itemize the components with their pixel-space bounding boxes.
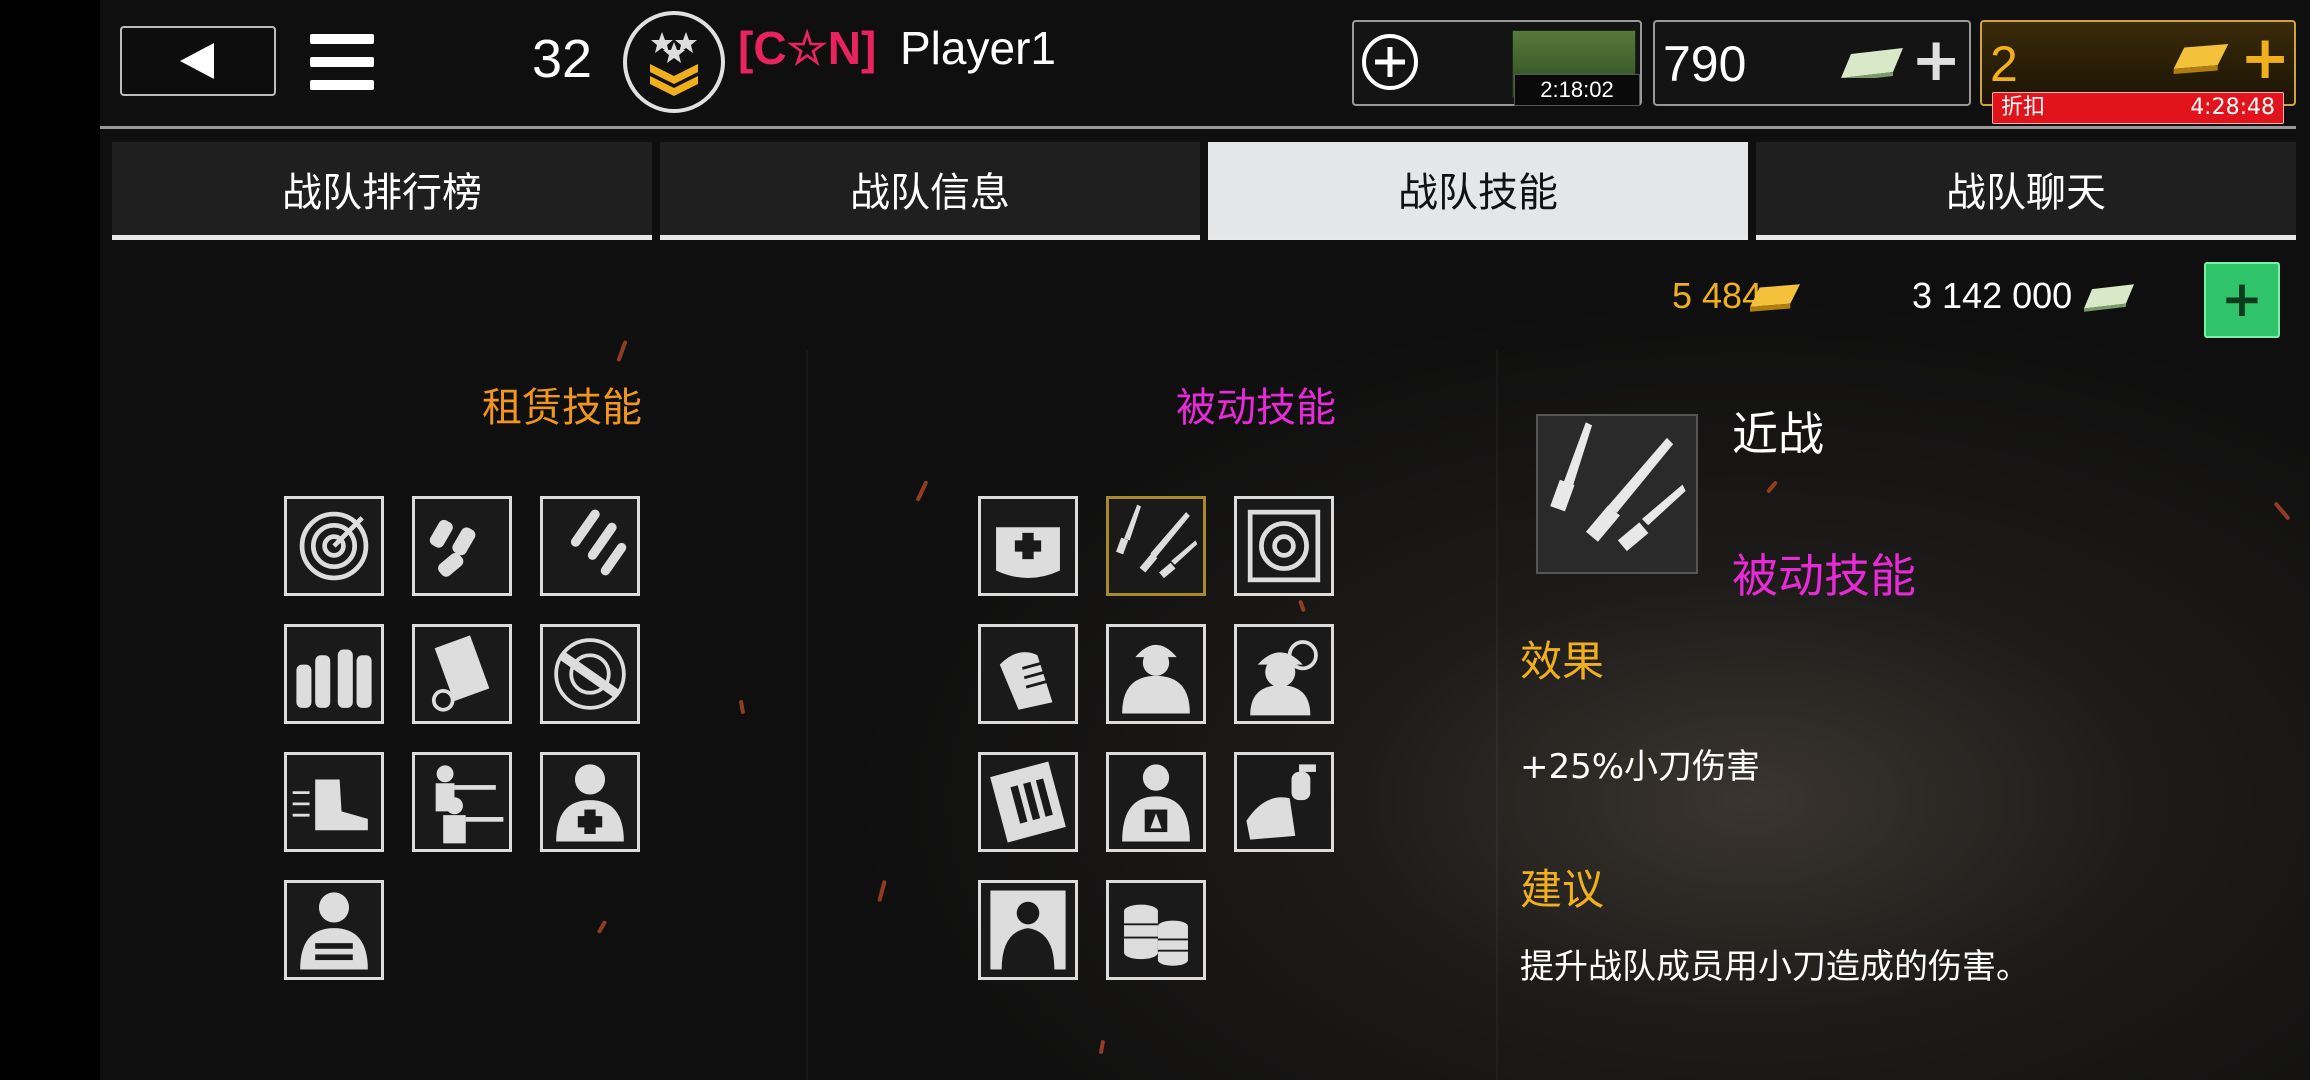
target-scope-skill-button[interactable] — [1234, 496, 1334, 596]
header-divider — [100, 126, 2296, 129]
medic-icon — [556, 764, 624, 842]
grenade-hand-skill-button[interactable] — [1234, 752, 1334, 852]
soldier-badge-icon — [1122, 764, 1190, 842]
soldier-crosshair-skill-button[interactable] — [1234, 624, 1334, 724]
bullets-skill-button[interactable] — [540, 496, 640, 596]
flag-soldier-skill-button[interactable] — [978, 880, 1078, 980]
tab-clan-skills[interactable]: 战队技能 — [1208, 142, 1748, 240]
hand-magazine-skill-button[interactable] — [978, 624, 1078, 724]
add-clan-funds-button[interactable]: + — [2204, 262, 2280, 338]
gold-panel[interactable]: 2 + 折扣 4:28:48 — [1980, 20, 2296, 124]
effect-text: +25%小刀伤害 — [1520, 747, 1761, 787]
rifle-target-skill-button[interactable] — [540, 624, 640, 724]
soldier-badge-skill-button[interactable] — [1106, 752, 1206, 852]
grenade-hand-icon — [1246, 764, 1316, 840]
magazine-icon — [431, 635, 490, 712]
hamburger-icon — [310, 34, 374, 44]
discount-banner: 折扣 4:28:48 — [1992, 92, 2284, 124]
helmet-soldier-icon — [1122, 644, 1190, 714]
grenades-icon — [429, 519, 476, 577]
medkit-bag-icon — [996, 527, 1060, 578]
medic-skill-button[interactable] — [540, 752, 640, 852]
vest-soldier-icon — [300, 892, 368, 970]
rifle-target-icon — [554, 638, 626, 710]
knives-icon — [1116, 504, 1198, 579]
soldiers-firing-icon — [435, 765, 504, 844]
cash-value: 790 — [1663, 36, 1747, 92]
game-screen: 32 [C☆N] Player1 2:18:02 790 + 2 + 折扣 4:… — [100, 0, 2310, 1080]
knives-skill-button[interactable] — [1106, 496, 1206, 596]
add-crate-icon[interactable] — [1362, 34, 1418, 90]
clan-gold-icon — [1750, 284, 1800, 316]
discount-label: 折扣 — [2001, 95, 2046, 120]
soldier-crosshair-icon — [1250, 640, 1318, 716]
gold-bar-icon — [2170, 44, 2232, 78]
tab-clan-info[interactable]: 战队信息 — [660, 142, 1200, 240]
ammo-box-skill-button[interactable] — [978, 752, 1078, 852]
target-scope-icon — [1247, 509, 1321, 583]
bullets-icon — [570, 509, 627, 576]
ammo-icon — [296, 649, 372, 708]
running-boot-skill-button[interactable] — [284, 752, 384, 852]
gold-value: 2 — [1990, 36, 2018, 92]
medkit-bag-skill-button[interactable] — [978, 496, 1078, 596]
coin-stacks-skill-button[interactable] — [1106, 880, 1206, 980]
clan-gold-value: 5 484 — [1672, 275, 1763, 316]
crate-timer: 2:18:02 — [1514, 74, 1640, 106]
magazine-skill-button[interactable] — [412, 624, 512, 724]
helmet-soldier-skill-button[interactable] — [1106, 624, 1206, 724]
hand-magazine-icon — [999, 652, 1053, 710]
passive-skills-title: 被动技能 — [1176, 385, 1336, 431]
back-arrow-icon — [180, 43, 214, 79]
add-cash-icon[interactable]: + — [1911, 30, 1961, 90]
soldiers-firing-skill-button[interactable] — [412, 752, 512, 852]
radar-icon — [299, 511, 369, 581]
tab-clan-ranking[interactable]: 战队排行榜 — [112, 142, 652, 240]
cash-icon — [1841, 48, 1903, 82]
flag-soldier-icon — [990, 890, 1066, 970]
skill-category: 被动技能 — [1732, 549, 1916, 603]
ammo-skill-button[interactable] — [284, 624, 384, 724]
selected-skill-icon — [1536, 414, 1698, 574]
tab-clan-chat[interactable]: 战队聊天 — [1756, 142, 2296, 240]
advice-heading: 建议 — [1520, 865, 1605, 914]
vest-soldier-skill-button[interactable] — [284, 880, 384, 980]
discount-timer: 4:28:48 — [2190, 95, 2275, 120]
player-name: Player1 — [900, 22, 1056, 74]
add-gold-icon[interactable]: + — [2240, 28, 2290, 88]
clan-cash-icon — [2084, 284, 2134, 316]
cash-panel[interactable]: 790 + — [1653, 20, 1971, 106]
skill-name: 近战 — [1732, 407, 1824, 461]
rental-skills-title: 租赁技能 — [482, 385, 642, 431]
grenades-skill-button[interactable] — [412, 496, 512, 596]
clan-cash-value: 3 142 000 — [1912, 275, 2073, 316]
ammo-box-icon — [990, 761, 1066, 843]
back-button[interactable] — [120, 26, 276, 96]
running-boot-icon — [292, 779, 368, 831]
crate-panel[interactable]: 2:18:02 — [1352, 20, 1642, 106]
menu-button[interactable] — [310, 30, 374, 94]
coin-stacks-icon — [1124, 904, 1188, 966]
radar-skill-button[interactable] — [284, 496, 384, 596]
advice-text: 提升战队成员用小刀造成的伤害。 — [1520, 947, 2030, 987]
rank-badge-icon — [622, 10, 726, 114]
clan-tag: [C☆N] — [738, 22, 877, 74]
player-level: 32 — [532, 29, 593, 89]
effect-heading: 效果 — [1520, 637, 1605, 686]
